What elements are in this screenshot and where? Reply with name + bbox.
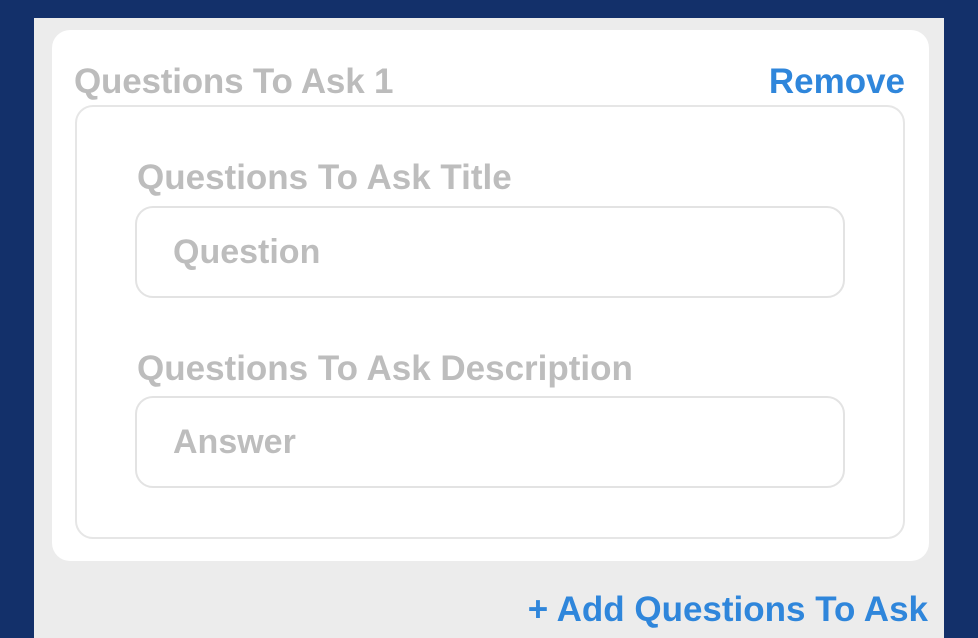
questions-panel: Questions To Ask 1 Remove Questions To A… (34, 18, 944, 638)
question-title-input[interactable] (135, 206, 845, 298)
question-card: Questions To Ask 1 Remove Questions To A… (52, 30, 929, 561)
question-card-title: Questions To Ask 1 (74, 62, 394, 101)
question-form-box: Questions To Ask Title Questions To Ask … (75, 105, 905, 539)
remove-question-button[interactable]: Remove (769, 62, 905, 102)
question-description-input[interactable] (135, 396, 845, 488)
question-description-label: Questions To Ask Description (137, 349, 633, 388)
add-question-button[interactable]: + Add Questions To Ask (528, 590, 928, 630)
question-title-label: Questions To Ask Title (137, 158, 512, 197)
